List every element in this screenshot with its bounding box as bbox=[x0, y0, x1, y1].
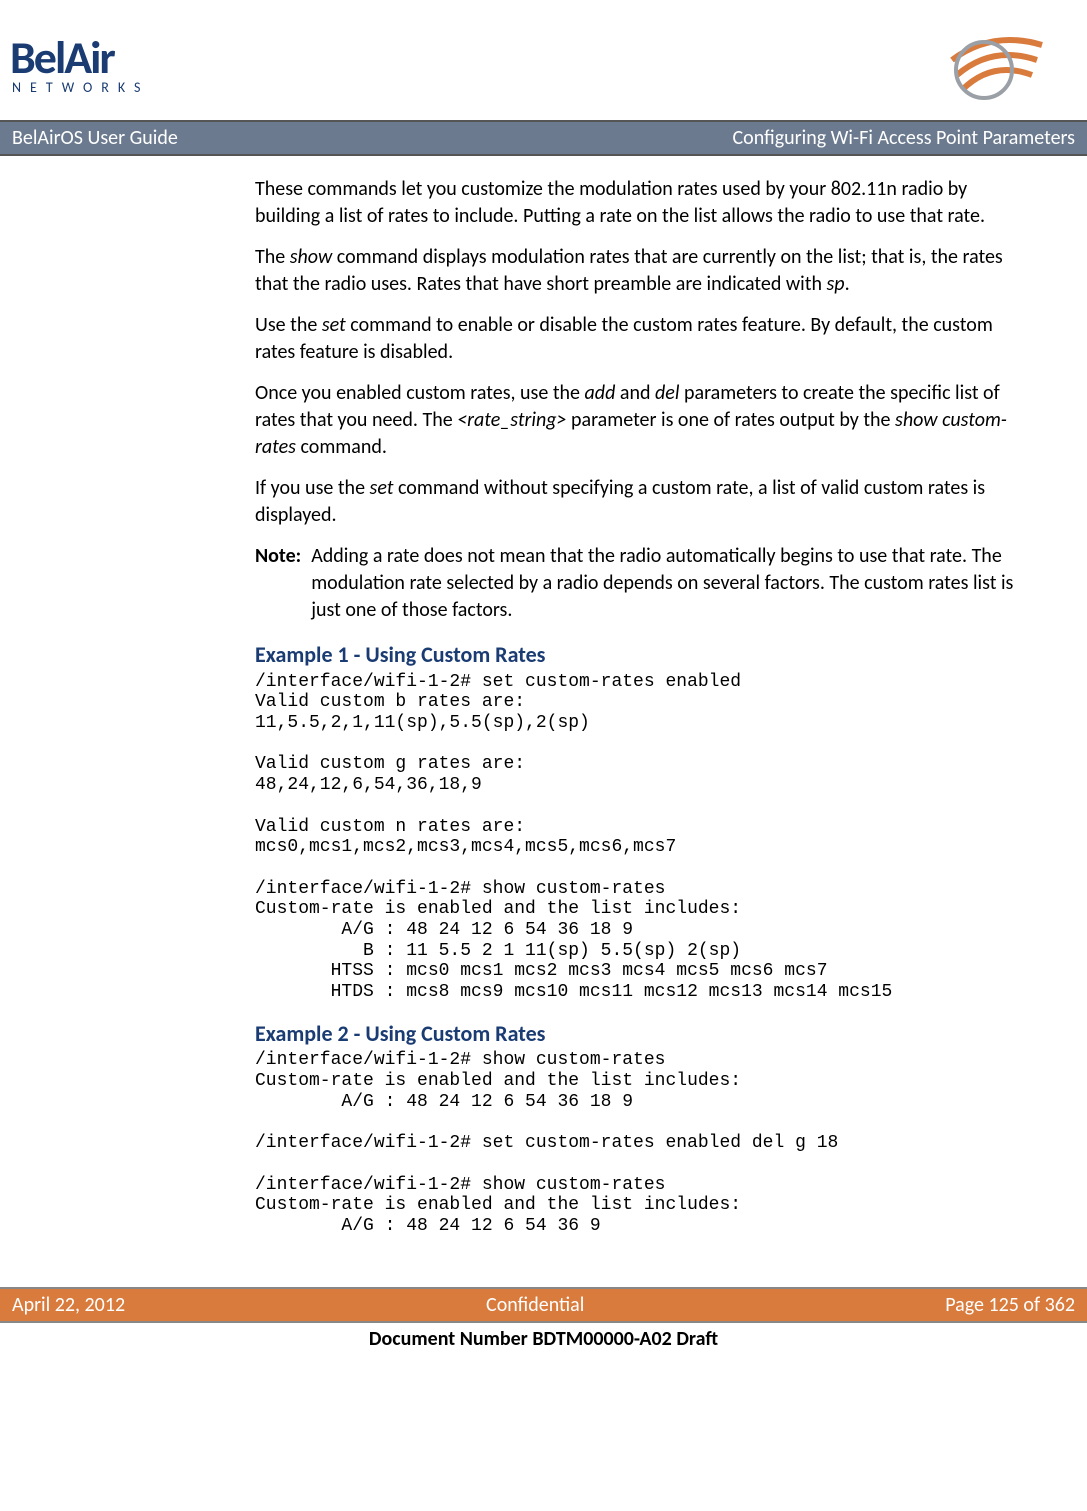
note-block: Note: Adding a rate does not mean that t… bbox=[255, 543, 1027, 624]
belair-logo: BelAir NETWORKS bbox=[10, 35, 149, 96]
note-text: Adding a rate does not mean that the rad… bbox=[311, 543, 1027, 624]
logo-sub-text: NETWORKS bbox=[12, 79, 149, 96]
note-label: Note: bbox=[255, 543, 311, 624]
paragraph-intro: These commands let you customize the mod… bbox=[255, 176, 1027, 230]
footer-bar: April 22, 2012 Confidential Page 125 of … bbox=[0, 1287, 1087, 1323]
section-title: Configuring Wi-Fi Access Point Parameter… bbox=[733, 126, 1075, 150]
logo-main-text: BelAir bbox=[10, 35, 114, 81]
example-1-heading: Example 1 - Using Custom Rates bbox=[255, 640, 1027, 670]
guide-title: BelAirOS User Guide bbox=[12, 126, 178, 150]
example-2-code: /interface/wifi-1-2# show custom-rates C… bbox=[255, 1050, 1027, 1236]
page-header: BelAir NETWORKS bbox=[0, 0, 1087, 120]
paragraph-set: Use the set command to enable or disable… bbox=[255, 312, 1027, 366]
wave-icon bbox=[937, 20, 1047, 110]
title-bar: BelAirOS User Guide Configuring Wi-Fi Ac… bbox=[0, 120, 1087, 156]
footer-page: Page 125 of 362 bbox=[945, 1293, 1075, 1317]
example-1-code: /interface/wifi-1-2# set custom-rates en… bbox=[255, 672, 1027, 1003]
paragraph-add-del: Once you enabled custom rates, use the a… bbox=[255, 380, 1027, 461]
footer-date: April 22, 2012 bbox=[12, 1293, 125, 1317]
page-content: These commands let you customize the mod… bbox=[0, 156, 1087, 1287]
paragraph-set-no-rate: If you use the set command without speci… bbox=[255, 475, 1027, 529]
document-number: Document Number BDTM00000-A02 Draft bbox=[0, 1323, 1087, 1361]
footer-confidential: Confidential bbox=[486, 1293, 584, 1317]
paragraph-show: The show command displays modulation rat… bbox=[255, 244, 1027, 298]
example-2-heading: Example 2 - Using Custom Rates bbox=[255, 1019, 1027, 1049]
